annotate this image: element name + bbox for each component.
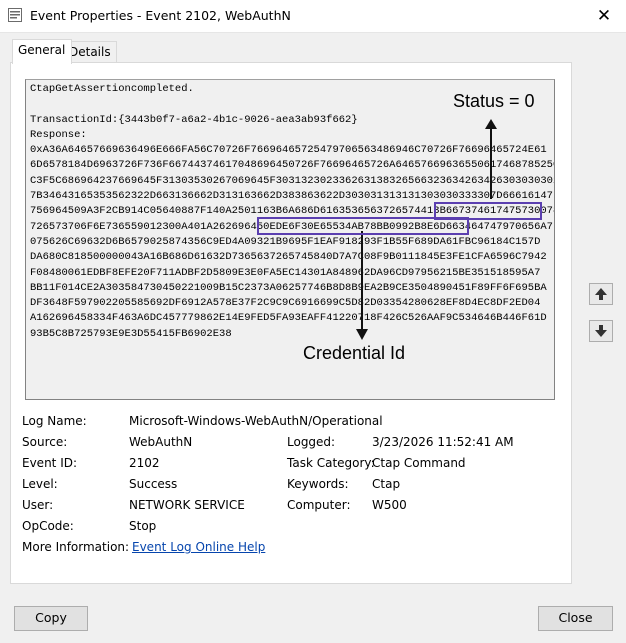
title-bar: Event Properties - Event 2102, WebAuthN … [0, 0, 626, 33]
user-label: User: [22, 498, 54, 512]
source-label: Source: [22, 435, 68, 449]
event-id-label: Event ID: [22, 456, 78, 470]
opcode-label: OpCode: [22, 519, 74, 533]
message-line: C3F5C686964237669645F31303530267069645F3… [30, 174, 555, 187]
arrow-up-icon [595, 288, 607, 300]
message-line: 93B5C8B725793E9E3D55415FB6902E38 [30, 327, 232, 340]
source-value[interactable]: WebAuthN [129, 435, 192, 449]
message-line: 075626C69632D6B6579025874356C9ED4A09321B… [30, 235, 541, 248]
previous-event-button[interactable] [589, 283, 613, 305]
opcode-value[interactable]: Stop [129, 519, 156, 533]
copy-button[interactable]: Copy [14, 606, 88, 631]
message-line: BB11F014CE2A303584730450221009B15C2373A0… [30, 281, 547, 294]
log-name-label: Log Name: [22, 414, 87, 428]
close-button[interactable]: Close [538, 606, 613, 631]
status-annotation: Status = 0 [453, 91, 535, 111]
window-title: Event Properties - Event 2102, WebAuthN [30, 8, 291, 23]
event-viewer-icon [8, 8, 22, 22]
event-id-value[interactable]: 2102 [129, 456, 160, 470]
close-icon: ✕ [596, 6, 612, 26]
logged-value[interactable]: 3/23/2026 11:52:41 AM [372, 435, 514, 449]
message-line: Response: [30, 128, 87, 141]
event-log-online-help-link[interactable]: Event Log Online Help [132, 540, 265, 554]
computer-value[interactable]: W500 [372, 498, 407, 512]
arrow-down-icon [595, 325, 607, 337]
message-line: A162696458334F463A6DC457779862E14E9FED5F… [30, 312, 547, 325]
logged-label: Logged: [287, 435, 336, 449]
log-name-value[interactable]: Microsoft-Windows-WebAuthN/Operational [129, 414, 383, 428]
message-line: DA680C818500000043A16B686D61632D73656372… [30, 251, 547, 264]
message-line: DF3648F597902205585692DF6912A578E37F2C9C… [30, 297, 541, 310]
message-line: F08480061EDBF8EFE20F711ADBF2D5809E3E0FA5… [30, 266, 541, 279]
credential-id-annotation: Credential Id [303, 343, 406, 363]
credential-id-highlight-box [257, 217, 469, 235]
event-message-textbox[interactable]: CtapGetAssertioncompleted. TransactionId… [25, 79, 555, 400]
message-line: 6D6578184D6963726F736F667443746170486964… [30, 159, 555, 172]
message-line: 0xA36A64657669636496E666FA56C70726F76696… [30, 144, 547, 157]
user-value[interactable]: NETWORK SERVICE [129, 498, 245, 512]
level-label: Level: [22, 477, 58, 491]
keywords-label: Keywords: [287, 477, 349, 491]
task-category-value[interactable]: Ctap Command [372, 456, 466, 470]
computer-label: Computer: [287, 498, 351, 512]
more-information-label: More Information: [22, 540, 130, 554]
message-line: TransactionId:{3443b0f7-a6a2-4b1c-9026-a… [30, 113, 358, 126]
close-window-button[interactable]: ✕ [582, 0, 626, 32]
level-value[interactable]: Success [129, 477, 177, 491]
keywords-value[interactable]: Ctap [372, 477, 400, 491]
tab-general[interactable]: General [12, 39, 72, 64]
next-event-button[interactable] [589, 320, 613, 342]
task-category-label: Task Category: [287, 456, 375, 470]
